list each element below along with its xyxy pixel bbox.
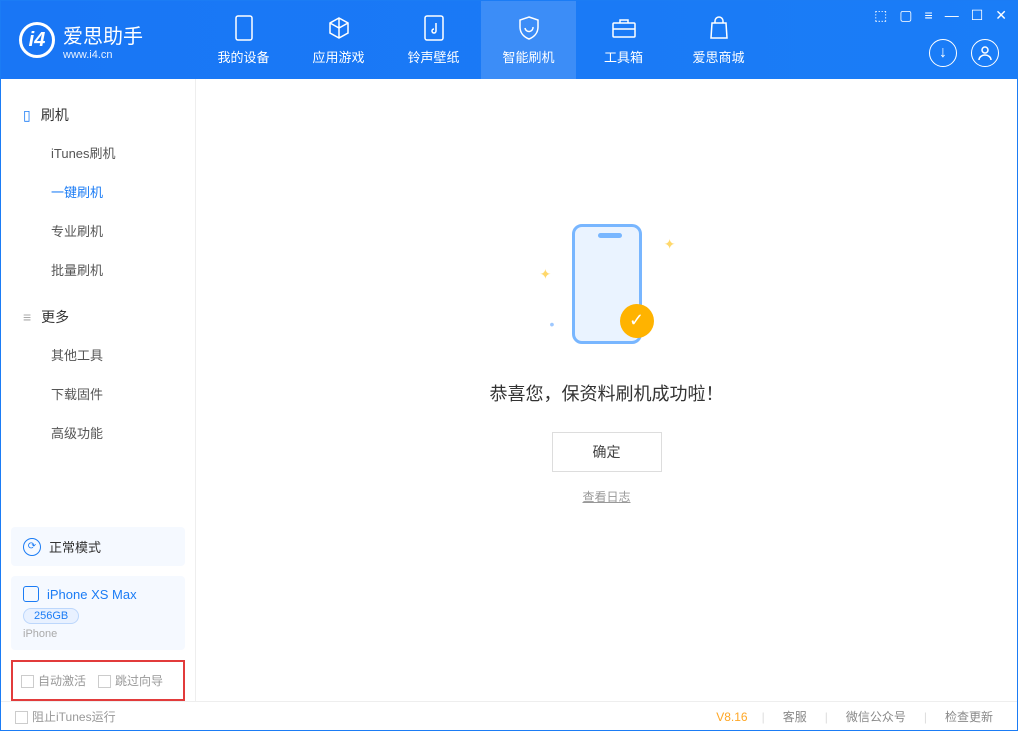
- device-type: iPhone: [23, 628, 173, 640]
- checkbox-auto-activate[interactable]: 自动激活: [21, 672, 86, 689]
- main-content: ✦ ✦ • ✓ 恭喜您，保资料刷机成功啦！ 确定 查看日志: [196, 79, 1017, 701]
- app-name: 爱思助手: [63, 20, 143, 49]
- tab-store[interactable]: 爱思商城: [671, 1, 766, 79]
- toolbox-icon: [611, 15, 637, 41]
- version-label: V8.16: [716, 710, 747, 724]
- settings2-icon[interactable]: ▢: [899, 7, 912, 24]
- sidebar-item-batch-flash[interactable]: 批量刷机: [23, 250, 173, 289]
- settings1-icon[interactable]: ⬚: [874, 7, 887, 24]
- tab-toolbox[interactable]: 工具箱: [576, 1, 671, 79]
- cube-icon: [326, 15, 352, 41]
- header: i4 爱思助手 www.i4.cn 我的设备 应用游戏 铃声壁纸 智能刷机 工具…: [1, 1, 1017, 79]
- main-tabs: 我的设备 应用游戏 铃声壁纸 智能刷机 工具箱 爱思商城: [196, 1, 766, 79]
- sidebar-item-download-firmware[interactable]: 下载固件: [23, 374, 173, 413]
- phone-small-icon: ▯: [23, 107, 31, 124]
- mode-label: 正常模式: [49, 537, 101, 556]
- device-name: iPhone XS Max: [47, 587, 137, 602]
- shield-refresh-icon: [516, 15, 542, 41]
- device-capacity: 256GB: [23, 608, 79, 624]
- success-illustration: ✦ ✦ • ✓: [532, 216, 682, 356]
- footer-link-update[interactable]: 检查更新: [935, 708, 1003, 725]
- menu-icon[interactable]: ≡: [925, 7, 933, 24]
- device-mode-box[interactable]: ⟳ 正常模式: [11, 527, 185, 566]
- window-controls: ⬚ ▢ ≡ — ☐ ✕: [874, 7, 1007, 24]
- minimize-icon[interactable]: —: [945, 7, 959, 24]
- music-file-icon: [421, 15, 447, 41]
- device-panel: ⟳ 正常模式 iPhone XS Max 256GB iPhone 自动激活 跳…: [11, 527, 185, 701]
- sidebar-item-advanced[interactable]: 高级功能: [23, 413, 173, 452]
- footer-link-wechat[interactable]: 微信公众号: [836, 708, 916, 725]
- sidebar-item-oneclick-flash[interactable]: 一键刷机: [23, 172, 173, 211]
- sidebar-group-more: ≡ 更多: [23, 299, 173, 335]
- maximize-icon[interactable]: ☐: [971, 7, 984, 24]
- logo-area: i4 爱思助手 www.i4.cn: [1, 20, 196, 61]
- tab-apps[interactable]: 应用游戏: [291, 1, 386, 79]
- device-info-box[interactable]: iPhone XS Max 256GB iPhone: [11, 576, 185, 650]
- tab-ringtones[interactable]: 铃声壁纸: [386, 1, 481, 79]
- sidebar-item-itunes-flash[interactable]: iTunes刷机: [23, 133, 173, 172]
- device-icon: [231, 15, 257, 41]
- user-icon[interactable]: [971, 39, 999, 67]
- sidebar-item-pro-flash[interactable]: 专业刷机: [23, 211, 173, 250]
- ok-button[interactable]: 确定: [552, 432, 662, 472]
- sidebar-group-flash: ▯ 刷机: [23, 97, 173, 133]
- download-icon[interactable]: ↓: [929, 39, 957, 67]
- sidebar: ▯ 刷机 iTunes刷机 一键刷机 专业刷机 批量刷机 ≡ 更多 其他工具 下…: [1, 79, 196, 701]
- list-icon: ≡: [23, 309, 31, 325]
- sidebar-item-other-tools[interactable]: 其他工具: [23, 335, 173, 374]
- close-icon[interactable]: ✕: [995, 7, 1007, 24]
- device-small-icon: [23, 586, 39, 602]
- success-message: 恭喜您，保资料刷机成功啦！: [490, 380, 724, 406]
- tab-my-device[interactable]: 我的设备: [196, 1, 291, 79]
- footer-link-support[interactable]: 客服: [773, 708, 817, 725]
- tab-flash[interactable]: 智能刷机: [481, 1, 576, 79]
- header-right-actions: ↓: [929, 39, 999, 67]
- app-site: www.i4.cn: [63, 49, 143, 61]
- logo-icon: i4: [19, 22, 55, 58]
- mode-icon: ⟳: [23, 538, 41, 556]
- check-icon: ✓: [620, 304, 654, 338]
- options-row: 自动激活 跳过向导: [11, 660, 185, 701]
- view-log-link[interactable]: 查看日志: [582, 488, 630, 505]
- checkbox-block-itunes[interactable]: 阻止iTunes运行: [15, 708, 116, 725]
- bag-icon: [706, 15, 732, 41]
- footer: 阻止iTunes运行 V8.16 | 客服 | 微信公众号 | 检查更新: [1, 701, 1017, 731]
- checkbox-skip-guide[interactable]: 跳过向导: [98, 672, 163, 689]
